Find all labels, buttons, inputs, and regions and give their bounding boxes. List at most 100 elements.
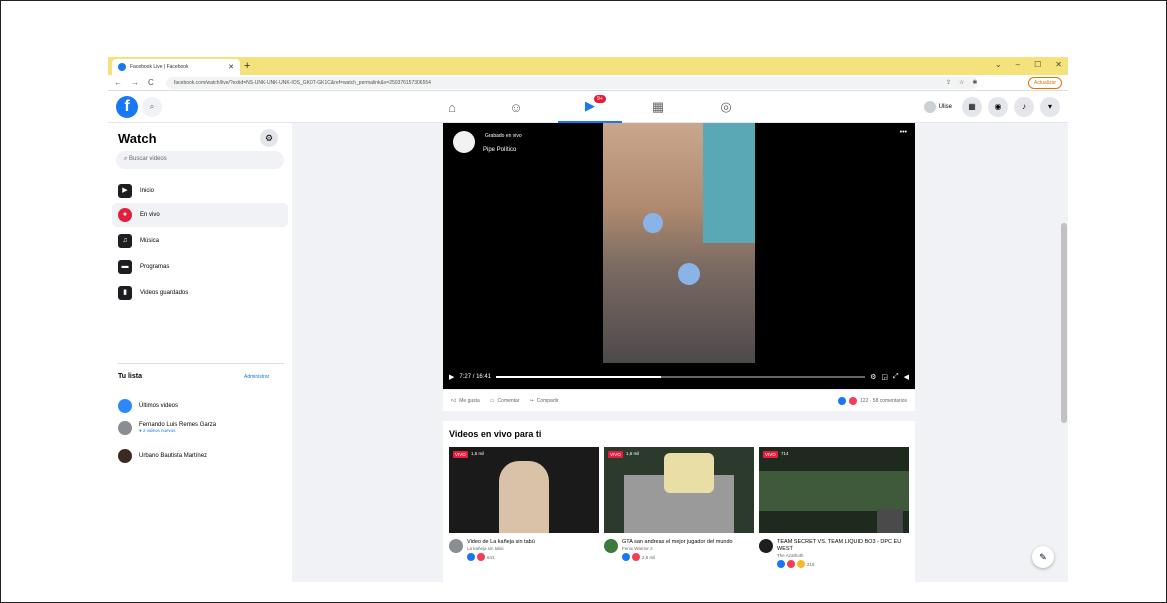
- facebook-header: f ⌕ ⌂ ☺ ▶ 9+ ▦ ◎ Ulise ▦ ◉ ♪ ▾: [108, 91, 1068, 123]
- search-icon[interactable]: ⌕: [142, 97, 162, 117]
- video-card[interactable]: VIVO 1,6 mil Video de La kañeja sin tabú…: [449, 447, 599, 562]
- new-tab-icon[interactable]: +: [244, 60, 250, 72]
- scrollbar-thumb[interactable]: [1061, 223, 1067, 423]
- update-button[interactable]: Actualizar: [1028, 77, 1062, 89]
- face-blur: [678, 263, 700, 285]
- video-actions: 👍︎ Me gusta ▭ Comentar ↪ Compartir 122 · 58…: [443, 389, 915, 411]
- friends-icon[interactable]: ☺: [484, 91, 548, 123]
- messenger-icon[interactable]: ◉: [988, 97, 1008, 117]
- list-item[interactable]: Fernando Luis Remes Garza ● 2 videos nuev…: [118, 421, 216, 435]
- menu-grid-icon[interactable]: ▦: [962, 97, 982, 117]
- love-reaction-icon: [632, 553, 640, 562]
- reload-icon[interactable]: C: [148, 78, 154, 87]
- share-icon[interactable]: ⇪: [946, 79, 951, 86]
- avatar: [923, 101, 936, 113]
- new-message-icon[interactable]: ✎: [1032, 546, 1054, 568]
- card-channel[interactable]: Fenix Warrior 2: [622, 546, 733, 551]
- video-card[interactable]: VIVO 1,6 mil GTA san andreas el mejor ju…: [604, 447, 754, 562]
- pip-icon[interactable]: ◲: [881, 373, 888, 381]
- card-title[interactable]: GTA san andreas el mejor jugador del mun…: [622, 539, 733, 546]
- play-icon: ▶: [118, 184, 132, 198]
- close-window-icon[interactable]: ✕: [1055, 60, 1062, 69]
- card-channel[interactable]: La kañeja sin tabú: [467, 546, 535, 551]
- forward-icon[interactable]: →: [131, 78, 139, 87]
- love-reaction-icon: [477, 553, 485, 562]
- card-reactions: 2,5 mil: [622, 553, 733, 562]
- chevron-down-icon[interactable]: ▾: [1040, 97, 1060, 117]
- progress-bar[interactable]: [496, 376, 866, 378]
- avatar[interactable]: [453, 131, 475, 153]
- tab-title: Facebook Live | Facebook: [130, 64, 189, 70]
- sidebar-item-musica[interactable]: ♫ Música: [112, 229, 288, 253]
- video-thumbnail[interactable]: VIVO 1,6 mil: [604, 447, 754, 533]
- channel-name[interactable]: Pipe Político: [483, 147, 516, 153]
- scrollbar[interactable]: [1060, 123, 1068, 582]
- video-card[interactable]: VIVO 714 TEAM SECRET VS. TEAM LIQUID BO3…: [759, 447, 909, 569]
- reaction-count: 2,5 mil: [642, 554, 656, 560]
- address-bar-row: ← → C facebook.com/watch/live/?extid=NS-…: [108, 75, 1068, 91]
- thumbs-up-icon: 👍︎: [451, 397, 457, 404]
- thumbnail-figure: [499, 461, 549, 533]
- marketplace-icon[interactable]: ▦: [626, 91, 690, 123]
- bell-icon[interactable]: ♪: [1014, 97, 1034, 117]
- view-count: 714: [781, 451, 789, 456]
- avatar[interactable]: [604, 539, 618, 553]
- minimize-icon[interactable]: –: [1016, 60, 1020, 69]
- tab-search-icon[interactable]: ⌄: [995, 60, 1002, 69]
- video-thumbnail[interactable]: VIVO 714: [759, 447, 909, 533]
- window-controls: ⌄ – ☐ ✕: [995, 60, 1062, 69]
- live-badge: VIVO: [453, 451, 468, 458]
- maximize-icon[interactable]: ☐: [1034, 60, 1041, 69]
- sidebar-item-videos-guardados[interactable]: ▮ Videos guardados: [112, 281, 288, 305]
- thumbnail-figure: [664, 453, 714, 493]
- volume-icon[interactable]: ◀: [904, 373, 909, 381]
- like-button[interactable]: 👍︎ Me gusta: [451, 398, 480, 404]
- home-icon[interactable]: ⌂: [420, 91, 484, 123]
- browser-tab[interactable]: Facebook Live | Facebook ✕: [112, 59, 240, 75]
- reaction-count: 218: [807, 561, 815, 567]
- view-count: 1,6 mil: [471, 451, 485, 456]
- star-icon[interactable]: ☆: [959, 79, 964, 86]
- header-right: Ulise ▦ ◉ ♪ ▾: [923, 97, 1060, 117]
- sidebar-item-label: En vivo: [140, 212, 160, 218]
- gear-icon[interactable]: ⚙: [260, 129, 278, 147]
- comment-label: Comentar: [497, 397, 520, 404]
- reaction-count: 641: [487, 554, 495, 560]
- video-thumbnail[interactable]: VIVO 1,6 mil: [449, 447, 599, 533]
- more-icon[interactable]: •••: [900, 129, 907, 136]
- card-title[interactable]: Video de La kañeja sin tabú: [467, 539, 535, 546]
- play-icon[interactable]: ▶: [449, 373, 454, 381]
- search-input[interactable]: ⌕ Buscar videos: [116, 151, 284, 169]
- settings-icon[interactable]: ⚙: [870, 373, 876, 381]
- extension-icon[interactable]: ✱: [972, 79, 977, 86]
- facebook-logo-icon[interactable]: f: [116, 96, 138, 118]
- share-button[interactable]: ↪ Compartir: [530, 398, 559, 404]
- list-item-sub: ● 2 videos nuevos: [139, 428, 176, 433]
- list-item[interactable]: Últimos videos: [118, 399, 178, 413]
- back-icon[interactable]: ←: [114, 78, 122, 87]
- sidebar-item-inicio[interactable]: ▶ Inicio: [112, 179, 288, 203]
- card-info: GTA san andreas el mejor jugador del mun…: [604, 533, 754, 562]
- card-channel[interactable]: The Azathoth: [777, 553, 909, 558]
- sidebar-item-label: Programas: [140, 264, 170, 270]
- card-info: TEAM SECRET VS. TEAM LIQUID BO3 - DPC EU…: [759, 533, 909, 569]
- fullscreen-icon[interactable]: ⤢: [893, 373, 899, 381]
- screenshot-frame: Facebook Live | Facebook ✕ + ⌄ – ☐ ✕ ← →…: [0, 0, 1167, 603]
- list-item[interactable]: Urbano Bautista Martínez: [118, 449, 207, 463]
- sidebar-item-en-vivo[interactable]: ● En vivo: [112, 203, 288, 227]
- sidebar-item-programas[interactable]: ▬ Programas: [112, 255, 288, 279]
- profile-link[interactable]: Ulise: [923, 101, 952, 113]
- card-title[interactable]: TEAM SECRET VS. TEAM LIQUID BO3 - DPC EU…: [777, 539, 909, 553]
- url-field[interactable]: facebook.com/watch/live/?extid=NS-UNK-UN…: [166, 77, 978, 89]
- avatar[interactable]: [449, 539, 463, 553]
- groups-icon[interactable]: ◎: [694, 91, 758, 123]
- avatar[interactable]: [759, 539, 773, 553]
- video-player[interactable]: Grabado en vivo Pipe Político ••• ▶ 7:27…: [443, 123, 915, 389]
- user-name: Ulise: [938, 104, 952, 110]
- admin-link[interactable]: Administrar: [244, 374, 269, 380]
- close-tab-icon[interactable]: ✕: [228, 63, 234, 71]
- sidebar-item-label: Inicio: [140, 188, 155, 194]
- reaction-stats[interactable]: 122 · 58 comentarios: [838, 396, 907, 405]
- comment-button[interactable]: ▭ Comentar: [490, 398, 520, 404]
- watch-icon[interactable]: ▶ 9+: [558, 91, 622, 123]
